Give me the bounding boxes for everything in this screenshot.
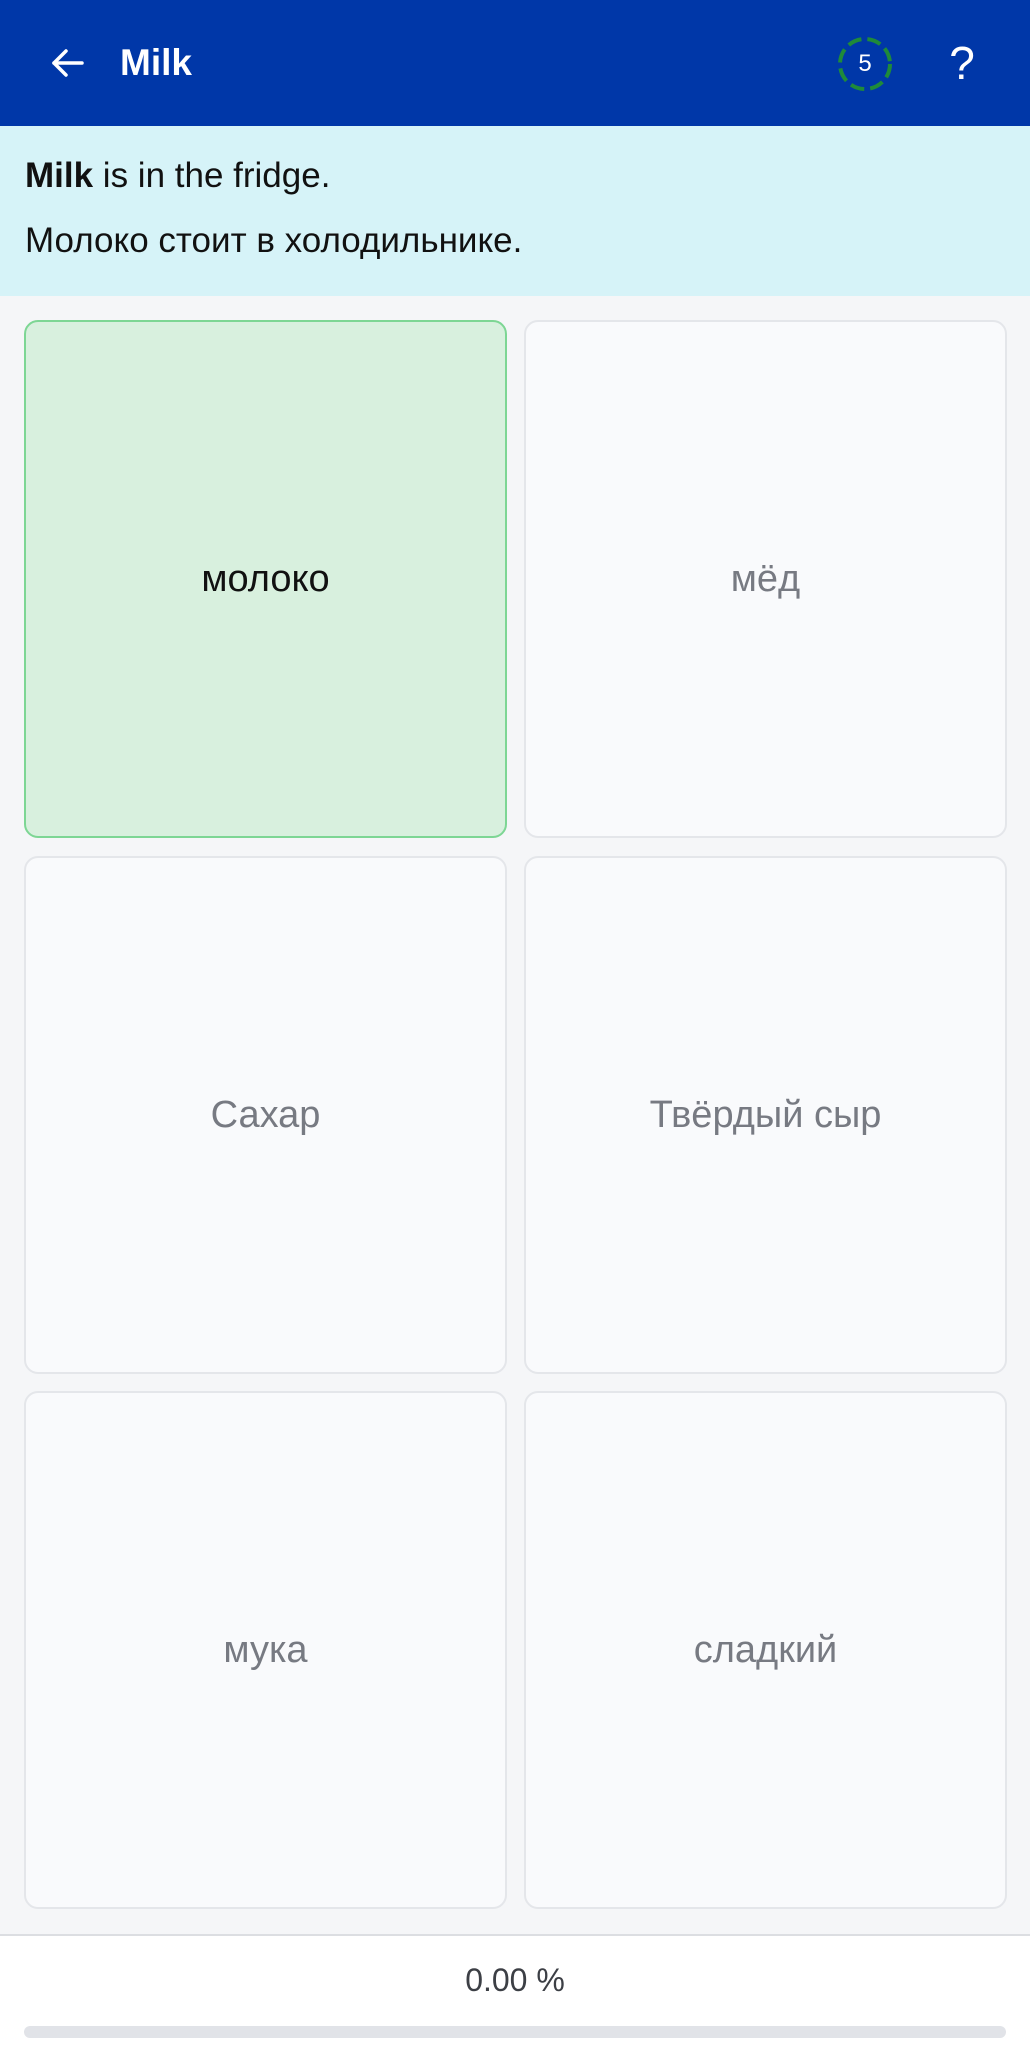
answer-option[interactable]: молоко	[24, 320, 507, 838]
target-word: Milk	[25, 156, 94, 195]
answer-option[interactable]: Твёрдый сыр	[524, 856, 1007, 1374]
arrow-left-icon	[52, 49, 84, 77]
progress-percentage: 0.00 %	[465, 1962, 565, 1998]
answer-option[interactable]: мука	[24, 1391, 507, 1909]
english-sentence-rest: is in the fridge.	[93, 156, 331, 195]
timer-badge: 5	[837, 36, 893, 92]
app-header: Milk 5 ?	[0, 0, 1030, 126]
progress-bar	[24, 2026, 1006, 2038]
answer-option[interactable]: сладкий	[524, 1391, 1007, 1909]
progress-footer: 0.00 %	[0, 1934, 1030, 2060]
back-button[interactable]	[44, 39, 92, 87]
timer-count: 5	[858, 50, 872, 77]
answer-option[interactable]: Сахар	[24, 856, 507, 1374]
russian-sentence: Молоко стоит в холодильнике.	[25, 221, 523, 260]
english-sentence: Milk is in the fridge.	[25, 156, 330, 196]
sentence-prompt: Milk is in the fridge. Молоко стоит в хо…	[0, 126, 1030, 296]
help-button[interactable]: ?	[934, 33, 990, 93]
answer-option[interactable]: мёд	[524, 320, 1007, 838]
page-title: Milk	[120, 42, 192, 83]
